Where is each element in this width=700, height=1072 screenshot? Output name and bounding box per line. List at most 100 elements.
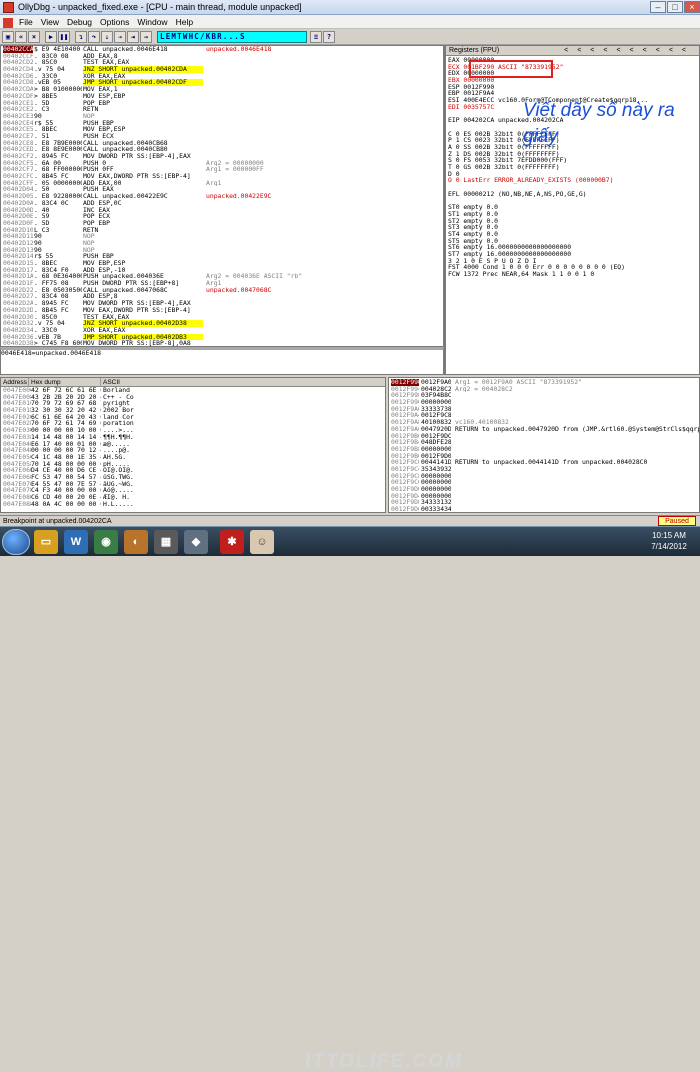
settings-icon[interactable]: ≡	[310, 31, 322, 43]
disasm-row[interactable]: 00402CE5. 8BECMOV EBP,ESP	[1, 126, 443, 133]
execute-till-return-icon[interactable]: ⇥	[127, 31, 139, 43]
window-shortcut-letters[interactable]: LEMTWHC/KBR...S	[157, 31, 307, 43]
disasm-row[interactable]: 00402D0F. 5DPOP EBP	[1, 220, 443, 227]
disasm-row[interactable]: 00402D05. E8 92280000CALL unpacked.00422…	[1, 193, 443, 200]
disasm-row[interactable]: 00402D04. 50PUSH EAX	[1, 186, 443, 193]
stack-comment: vc160.40100832	[455, 419, 699, 426]
disasm-row[interactable]: 00402CD6. 33C0XOR EAX,EAX	[1, 73, 443, 80]
dump-hex: C4 F3 40 00 00 00 00 00	[31, 487, 101, 494]
dump-col-ascii[interactable]: ASCII	[101, 378, 386, 387]
help-icon[interactable]: ?	[323, 31, 335, 43]
disasm-row[interactable]: 00402CD8.vEB 05JMP SHORT unpacked.00402C…	[1, 79, 443, 86]
disasm-row[interactable]: 00402D0D. 40INC EAX	[1, 207, 443, 214]
pause-icon[interactable]: ❚❚	[58, 31, 70, 43]
disasm-row[interactable]: 00402CD2. 85C0TEST EAX,EAX	[1, 59, 443, 66]
disasm-row[interactable]: 00402CE7. 51PUSH ECX	[1, 133, 443, 140]
disasm-row[interactable]: 00402D38> C745 F8 6000MOV DWORD PTR SS:[…	[1, 340, 443, 347]
disasm-row[interactable]: 00402D32.v 75 04JNZ SHORT unpacked.00402…	[1, 320, 443, 327]
disasm-row[interactable]: 00402CF5. 6A 00PUSH 0Arg2 = 00000000	[1, 160, 443, 167]
disasm-row[interactable]: 00402D14r$ 55PUSH EBP	[1, 253, 443, 260]
disasm-row[interactable]: 00402CD4.v 75 04JNZ SHORT unpacked.00402…	[1, 66, 443, 73]
close-button[interactable]: ×	[684, 1, 700, 13]
dump-row: 0047E070E4 55 47 00 7E 57 47 00äUG.~WG.	[1, 481, 385, 488]
disasm-row[interactable]: 00402CED. E8 8E9E0000CALL unpacked.0040C…	[1, 146, 443, 153]
disasm-row[interactable]: 00402CDF> 8BE5MOV ESP,EBP	[1, 93, 443, 100]
mdi-child-icon[interactable]	[3, 18, 13, 28]
disasm-row[interactable]: 00402CFC. 8B45 FCMOV EAX,DWORD PTR SS:[E…	[1, 173, 443, 180]
step-over-icon[interactable]: ↷	[88, 31, 100, 43]
stack-address: 0012F9B8	[391, 446, 419, 453]
disasm-row[interactable]: 00402CF7. 68 FF000000PUSH 0FFArg1 = 0000…	[1, 166, 443, 173]
dump-col-hex[interactable]: Hex dump	[29, 378, 101, 387]
start-button[interactable]	[2, 529, 30, 555]
dump-ascii: üSG.TWG.	[103, 474, 163, 481]
disasm-row[interactable]: 00402D30. 85C0TEST EAX,EAX	[1, 314, 443, 321]
menu-view[interactable]: View	[37, 15, 63, 29]
trace-into-icon[interactable]: ⇣	[101, 31, 113, 43]
maximize-button[interactable]: □	[667, 1, 683, 13]
disasm-row[interactable]: 00402D17. 83C4 F0ADD ESP,-10	[1, 267, 443, 274]
menu-window[interactable]: Window	[133, 15, 171, 29]
stack-value: 0047920D	[421, 426, 451, 433]
word-icon[interactable]: W	[64, 530, 88, 554]
dump-col-address[interactable]: Address	[1, 378, 29, 387]
disasm-row[interactable]: 00402CE390NOP	[1, 113, 443, 120]
stack-pane[interactable]: 0012F9900012F9A0Arg1 = 0012F9A0 ASCII "8…	[388, 377, 700, 513]
disasm-row[interactable]: 00402CE8. E8 7B9E0000CALL unpacked.0040C…	[1, 140, 443, 147]
disasm-row[interactable]: 00402D15. 8BECMOV EBP,ESP	[1, 260, 443, 267]
open-file-icon[interactable]: ▣	[2, 31, 14, 43]
disasm-row[interactable]: 00402D22. E8 05030500CALL unpacked.00470…	[1, 287, 443, 294]
register-scroll-arrows[interactable]: <<<<<<<<<<	[564, 46, 695, 56]
dump-address: 0047E070	[3, 481, 31, 488]
dump-hex: 70 14 48 00 00 00 00 00	[31, 461, 101, 468]
minimize-button[interactable]: –	[650, 1, 666, 13]
clock[interactable]: 10:15 AM 7/14/2012	[644, 530, 694, 552]
stack-row: 0012F9900012F9A0Arg1 = 0012F9A0 ASCII "8…	[389, 379, 699, 386]
disasm-row[interactable]: 00402CF2. 8945 FCMOV DWORD PTR SS:[EBP-4…	[1, 153, 443, 160]
disasm-row[interactable]: 00402D1190NOP	[1, 233, 443, 240]
disasm-row[interactable]: 00402D1A. 68 0E364000PUSH unpacked.00403…	[1, 273, 443, 280]
restart-icon[interactable]: «	[15, 31, 27, 43]
trace-over-icon[interactable]: ⇢	[114, 31, 126, 43]
disasm-row[interactable]: 00402D36.vEB 7BJMP SHORT unpacked.00402D…	[1, 334, 443, 341]
disasm-row[interactable]: 00402D1290NOP	[1, 240, 443, 247]
disasm-row[interactable]: 00402CE2. C3RETN	[1, 106, 443, 113]
stack-address: 0012F9A0	[391, 406, 419, 413]
ollydbg-taskbar-icon[interactable]: ✱	[220, 530, 244, 554]
step-into-icon[interactable]: ↴	[75, 31, 87, 43]
menu-file[interactable]: File	[15, 15, 37, 29]
disasm-row[interactable]: 00402D2D. 8B45 FCMOV EAX,DWORD PTR SS:[E…	[1, 307, 443, 314]
disasm-row[interactable]: 00402D2A. 8945 FCMOV DWORD PTR SS:[EBP-4…	[1, 300, 443, 307]
disassembly-pane[interactable]: 00402CCA$ E9 4E10400CALL unpacked.0046E4…	[0, 45, 444, 347]
disasm-row[interactable]: 00402D0A. 83C4 0CADD ESP,0C	[1, 200, 443, 207]
firefox-icon[interactable]: ◐	[124, 530, 148, 554]
cat-icon[interactable]: ☺	[250, 530, 274, 554]
disasm-row[interactable]: 00402D0E. 59POP ECX	[1, 213, 443, 220]
explorer-icon[interactable]: ▦	[154, 530, 178, 554]
disasm-row[interactable]: 00402CCA$ E9 4E10400CALL unpacked.0046E4…	[1, 46, 443, 53]
disasm-row[interactable]: 00402D27. 83C4 08ADD ESP,8	[1, 293, 443, 300]
goto-icon[interactable]: →	[140, 31, 152, 43]
disasm-row[interactable]: 00402D1390NOP	[1, 247, 443, 254]
registers-pane[interactable]: Registers (FPU) <<<<<<<<<< EAX 00000000E…	[444, 45, 700, 375]
disasm-row[interactable]: 00402CE1. 5DPOP EBP	[1, 100, 443, 107]
disasm-row[interactable]: 00402D10L C3RETN	[1, 227, 443, 234]
disasm-row[interactable]: 00402D1F. FF75 08PUSH DWORD PTR SS:[EBP+…	[1, 280, 443, 287]
disasm-row[interactable]: 00402CFF. 05 00000000ADD EAX,00Arg1	[1, 180, 443, 187]
disasm-row[interactable]: 00402CDA> B8 01000000MOV EAX,1	[1, 86, 443, 93]
disasm-hex: . 8945 FC	[34, 153, 82, 160]
menu-options[interactable]: Options	[96, 15, 133, 29]
hex-dump-pane[interactable]: Address Hex dump ASCII 0047E00042 6F 72 …	[0, 377, 386, 513]
menu-help[interactable]: Help	[172, 15, 197, 29]
run-icon[interactable]: ▶	[45, 31, 57, 43]
chrome-icon[interactable]: ◉	[94, 530, 118, 554]
tool-icon[interactable]: ◆	[184, 530, 208, 554]
menu-debug[interactable]: Debug	[63, 15, 96, 29]
disasm-row[interactable]: 00402CE4r$ 55PUSH EBP	[1, 120, 443, 127]
disasm-instruction: ADD ESP,-10	[83, 267, 203, 274]
dump-row: 0047E0206C 61 6E 64 20 43 6F 72land Cor	[1, 414, 385, 421]
disasm-row[interactable]: 00402CCF. 83C0 08ADD EAX,8	[1, 53, 443, 60]
disasm-row[interactable]: 00402D34. 33C0XOR EAX,EAX	[1, 327, 443, 334]
folder-icon[interactable]: ▭	[34, 530, 58, 554]
close-program-icon[interactable]: ×	[28, 31, 40, 43]
